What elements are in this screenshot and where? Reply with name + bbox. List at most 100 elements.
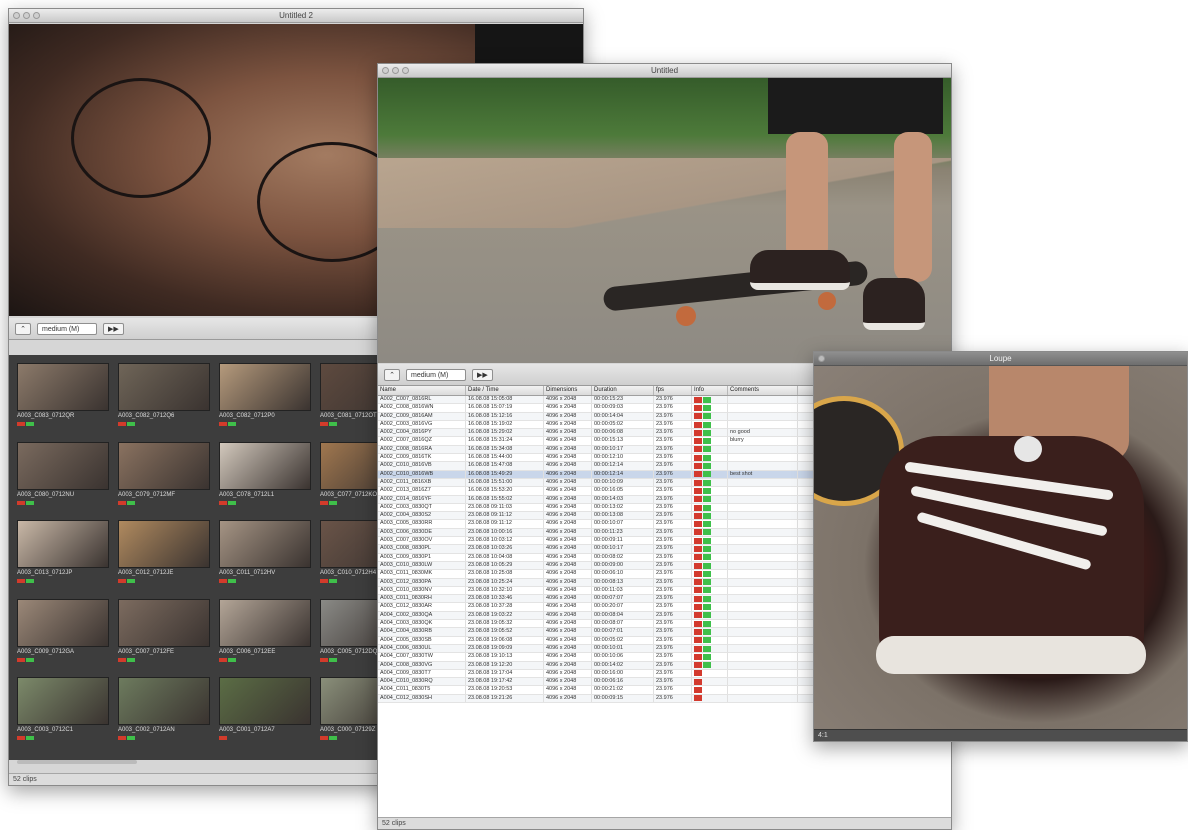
clip-thumbnail[interactable] xyxy=(219,520,311,569)
column-header[interactable]: Info xyxy=(692,386,728,395)
cell-comment[interactable] xyxy=(728,611,798,620)
column-header[interactable]: fps xyxy=(654,386,692,395)
window-3-title: Loupe xyxy=(989,354,1012,363)
cell-comment[interactable] xyxy=(728,603,798,611)
red-tag-icon xyxy=(694,446,702,453)
cell-comment[interactable] xyxy=(728,396,798,404)
column-header[interactable]: Name xyxy=(378,386,466,395)
cell-comment[interactable] xyxy=(728,628,798,636)
toolbar-forward-button[interactable]: ▶▶ xyxy=(103,322,124,335)
cell-comment[interactable] xyxy=(728,578,798,586)
clip-thumbnail[interactable] xyxy=(17,363,109,411)
thumbnail-zoom-slider[interactable] xyxy=(17,760,137,764)
window-3-status: 4:1 xyxy=(814,729,1187,741)
cell-comment[interactable]: no good xyxy=(728,429,798,437)
cell-comment[interactable] xyxy=(728,412,798,420)
cell-comment[interactable] xyxy=(728,686,798,694)
clip-cell[interactable]: A003_C078_0712L1 xyxy=(215,440,316,518)
clip-thumbnail[interactable] xyxy=(219,441,311,490)
clip-thumbnail[interactable] xyxy=(118,363,210,411)
wheel xyxy=(676,306,696,326)
clip-thumbnail[interactable] xyxy=(17,677,109,726)
clip-thumbnail[interactable] xyxy=(219,598,311,647)
cell-date: 23.08.08 10:00:16 xyxy=(466,528,544,537)
cell-comment[interactable] xyxy=(728,404,798,412)
cell-comment[interactable] xyxy=(728,462,798,470)
cell-name: A003_C010_0830NV xyxy=(378,586,466,595)
window-3-titlebar[interactable]: Loupe xyxy=(814,352,1187,366)
cell-comment[interactable] xyxy=(728,636,798,644)
zoom-button[interactable] xyxy=(402,67,409,74)
clip-thumbnail[interactable] xyxy=(118,520,210,569)
cell-comment[interactable] xyxy=(728,445,798,454)
close-button[interactable] xyxy=(818,355,825,362)
cell-comment[interactable] xyxy=(728,528,798,537)
zoom-button[interactable] xyxy=(33,12,40,19)
clip-thumbnail[interactable] xyxy=(219,677,311,726)
cell-comment[interactable] xyxy=(728,586,798,595)
cell-comment[interactable] xyxy=(728,561,798,570)
column-header[interactable]: Duration xyxy=(592,386,654,395)
clip-cell[interactable]: A003_C012_0712JE xyxy=(114,518,215,596)
cell-comment[interactable] xyxy=(728,420,798,429)
toolbar-up-button[interactable]: ⌃ xyxy=(15,322,31,335)
clip-cell[interactable]: A003_C002_0712AN xyxy=(114,675,215,753)
toolbar-forward-button[interactable]: ▶▶ xyxy=(472,368,493,381)
cell-comment[interactable] xyxy=(728,520,798,528)
clip-cell[interactable]: A003_C006_0712EE xyxy=(215,597,316,675)
column-header[interactable]: Date / Time xyxy=(466,386,544,395)
thumbnail-size-select[interactable]: medium (M) xyxy=(406,368,466,381)
cell-comment[interactable] xyxy=(728,545,798,553)
column-header[interactable]: Comments xyxy=(728,386,798,395)
clip-thumbnail[interactable] xyxy=(118,441,210,490)
cell-comment[interactable]: best shot xyxy=(728,470,798,478)
clip-cell[interactable]: A003_C013_0712JP xyxy=(13,518,114,596)
cell-comment[interactable] xyxy=(728,669,798,678)
cell-fps: 23.976 xyxy=(654,470,692,478)
minimize-button[interactable] xyxy=(392,67,399,74)
clip-thumbnail[interactable] xyxy=(118,598,210,647)
cell-comment[interactable] xyxy=(728,653,798,661)
cell-comment[interactable] xyxy=(728,454,798,462)
cell-comment[interactable] xyxy=(728,553,798,561)
cell-comment[interactable] xyxy=(728,678,798,686)
wheel xyxy=(818,292,836,310)
cell-comment[interactable] xyxy=(728,487,798,495)
clip-thumbnail[interactable] xyxy=(118,677,210,726)
cell-comment[interactable] xyxy=(728,644,798,653)
shoe-sole xyxy=(876,636,1146,674)
cell-comment[interactable] xyxy=(728,570,798,578)
column-header[interactable]: Dimensions xyxy=(544,386,592,395)
close-button[interactable] xyxy=(382,67,389,74)
cell-comment[interactable] xyxy=(728,620,798,628)
clip-cell[interactable]: A003_C082_0712P0 xyxy=(215,361,316,439)
cell-comment[interactable] xyxy=(728,661,798,669)
clip-cell[interactable]: A003_C083_0712QR xyxy=(13,361,114,439)
close-button[interactable] xyxy=(13,12,20,19)
clip-cell[interactable]: A003_C079_0712MF xyxy=(114,440,215,518)
clip-cell[interactable]: A003_C011_0712HV xyxy=(215,518,316,596)
thumbnail-size-select[interactable]: medium (M) xyxy=(37,322,97,335)
cell-comment[interactable] xyxy=(728,595,798,603)
minimize-button[interactable] xyxy=(23,12,30,19)
toolbar-up-button[interactable]: ⌃ xyxy=(384,368,400,381)
cell-comment[interactable]: blurry xyxy=(728,437,798,445)
cell-comment[interactable] xyxy=(728,478,798,487)
cell-comment[interactable] xyxy=(728,495,798,503)
clip-cell[interactable]: A003_C007_0712FE xyxy=(114,597,215,675)
window-1-titlebar[interactable]: Untitled 2 xyxy=(9,9,583,23)
clip-cell[interactable]: A003_C003_0712C1 xyxy=(13,675,114,753)
cell-comment[interactable] xyxy=(728,537,798,545)
clip-thumbnail[interactable] xyxy=(17,441,109,490)
clip-cell[interactable]: A003_C001_0712A7 xyxy=(215,675,316,753)
cell-comment[interactable] xyxy=(728,512,798,520)
clip-cell[interactable]: A003_C009_0712GA xyxy=(13,597,114,675)
clip-cell[interactable]: A003_C080_0712NU xyxy=(13,440,114,518)
cell-comment[interactable] xyxy=(728,694,798,702)
cell-comment[interactable] xyxy=(728,503,798,512)
clip-cell[interactable]: A003_C082_0712Q6 xyxy=(114,361,215,439)
clip-thumbnail[interactable] xyxy=(219,363,311,411)
clip-thumbnail[interactable] xyxy=(17,520,109,569)
window-2-titlebar[interactable]: Untitled xyxy=(378,64,951,78)
clip-thumbnail[interactable] xyxy=(17,598,109,647)
